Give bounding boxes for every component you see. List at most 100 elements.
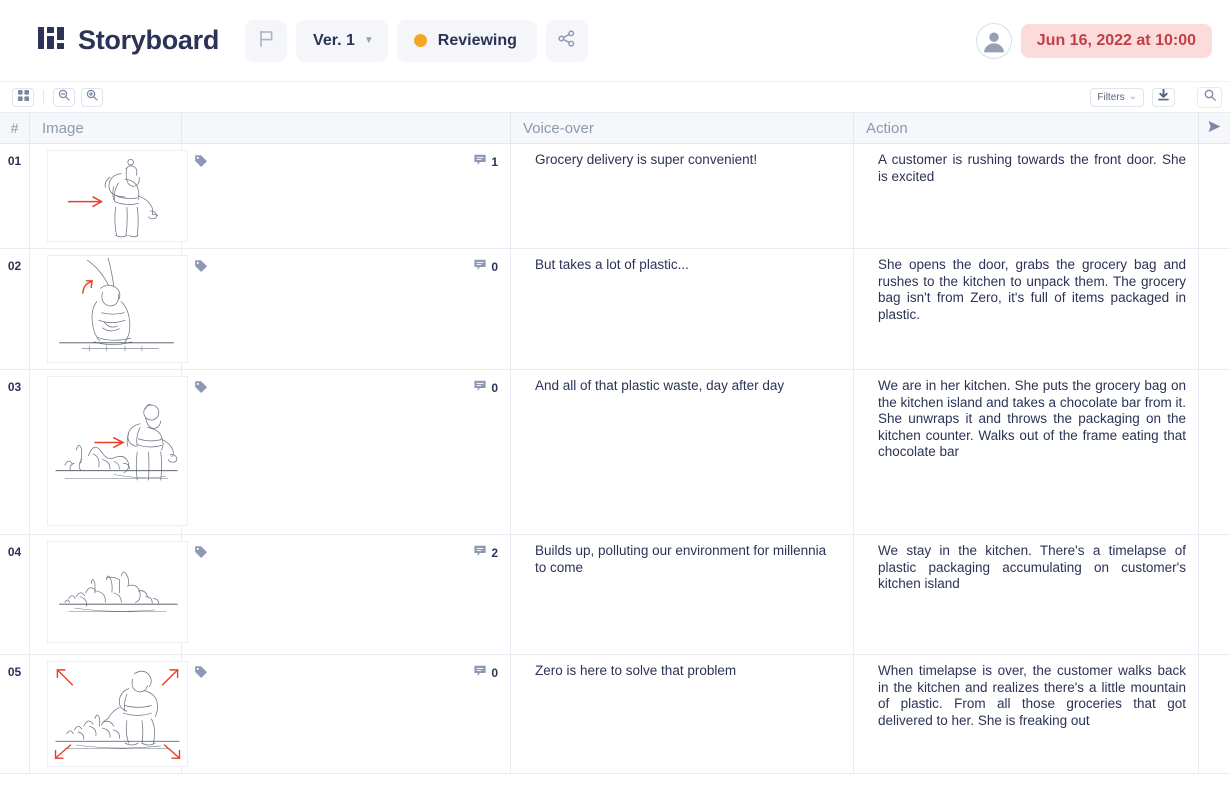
row-voice-over-cell[interactable]: And all of that plastic waste, day after… <box>511 370 854 534</box>
status-label: Reviewing <box>437 31 517 49</box>
column-header-notes[interactable] <box>182 112 511 144</box>
chevron-down-icon: ⌄ <box>1128 91 1137 102</box>
storyboard-sketch[interactable] <box>42 249 194 369</box>
comment-count-group[interactable]: 1 <box>474 154 498 169</box>
action-text: She opens the door, grabs the grocery ba… <box>878 257 1186 322</box>
row-number-cell: 02 <box>0 249 30 369</box>
share-button[interactable] <box>545 19 588 62</box>
tag-icon[interactable] <box>194 380 208 399</box>
table-row[interactable]: 04 2 Builds up, polluting our environmen… <box>0 535 1230 655</box>
page-title: Storyboard <box>78 25 220 55</box>
row-number: 04 <box>7 545 22 559</box>
search-icon <box>1204 88 1216 106</box>
user-avatar-icon <box>983 32 1004 52</box>
header-right: Jun 16, 2022 at 10:00 <box>975 22 1212 59</box>
column-header-send[interactable] <box>1199 113 1230 144</box>
status-badge[interactable]: Reviewing <box>396 19 537 62</box>
row-action-cell[interactable]: She opens the door, grabs the grocery ba… <box>854 249 1199 369</box>
row-notes-cell[interactable]: 2 <box>182 535 511 654</box>
comment-icon <box>474 545 486 560</box>
zoom-in-icon <box>86 88 98 106</box>
row-notes-cell[interactable]: 0 <box>182 249 511 369</box>
action-text: When timelapse is over, the customer wal… <box>878 663 1186 728</box>
row-number: 02 <box>7 259 22 273</box>
comment-icon <box>474 665 486 680</box>
row-action-cell[interactable]: A customer is rushing towards the front … <box>854 144 1199 248</box>
comment-count: 0 <box>491 259 498 274</box>
zoom-in-button[interactable] <box>81 87 103 107</box>
storyboard-sketch[interactable] <box>42 144 194 248</box>
table-row[interactable]: 05 0 Zero is here to solve that problem … <box>0 655 1230 774</box>
row-image-cell[interactable] <box>30 249 188 369</box>
column-header-image[interactable]: Image <box>30 112 182 144</box>
tag-icon[interactable] <box>194 665 208 684</box>
row-notes-cell[interactable]: 0 <box>182 370 511 534</box>
avatar[interactable] <box>975 22 1012 59</box>
action-text: A customer is rushing towards the front … <box>878 152 1186 184</box>
tag-icon[interactable] <box>194 154 208 173</box>
voice-over-text: But takes a lot of plastic... <box>535 257 689 272</box>
row-end-cell <box>1199 370 1230 534</box>
row-voice-over-cell[interactable]: Builds up, polluting our environment for… <box>511 535 854 654</box>
row-number-cell: 04 <box>0 535 30 654</box>
share-icon <box>558 29 575 52</box>
row-number-cell: 01 <box>0 144 30 248</box>
row-image-cell[interactable] <box>30 535 188 654</box>
row-action-cell[interactable]: We stay in the kitchen. There's a timela… <box>854 535 1199 654</box>
column-header-action[interactable]: Action <box>854 112 1199 144</box>
zoom-out-icon <box>58 88 70 106</box>
row-voice-over-cell[interactable]: But takes a lot of plastic... <box>511 249 854 369</box>
comment-count-group[interactable]: 2 <box>474 545 498 560</box>
storyboard-sketch[interactable] <box>42 535 194 649</box>
storyboard-sketch[interactable] <box>42 655 194 773</box>
storyboard-table: # Image Voice-over Action 01 1 Grocery d… <box>0 112 1230 774</box>
row-number: 05 <box>7 665 22 679</box>
voice-over-text: And all of that plastic waste, day after… <box>535 378 785 393</box>
brand: Storyboard <box>38 25 219 56</box>
row-action-cell[interactable]: We are in her kitchen. She puts the groc… <box>854 370 1199 534</box>
version-selector[interactable]: Ver. 1 ▼ <box>296 19 388 62</box>
status-dot-icon <box>413 34 427 47</box>
toolbar-divider <box>43 89 44 105</box>
search-button[interactable] <box>1197 86 1222 108</box>
comment-count: 0 <box>491 665 498 680</box>
table-row[interactable]: 03 0 And all of that plastic waste, day … <box>0 370 1230 535</box>
row-end-cell <box>1199 655 1230 773</box>
comment-count-group[interactable]: 0 <box>474 380 498 395</box>
row-image-cell[interactable] <box>30 655 188 773</box>
header-actions: Ver. 1 ▼ Reviewing <box>245 19 588 62</box>
comment-count-group[interactable]: 0 <box>474 665 498 680</box>
row-image-cell[interactable] <box>30 370 188 534</box>
voice-over-text: Zero is here to solve that problem <box>535 663 737 678</box>
row-action-cell[interactable]: When timelapse is over, the customer wal… <box>854 655 1199 773</box>
comment-count-group[interactable]: 0 <box>474 259 498 274</box>
storyboard-sketch[interactable] <box>42 370 194 532</box>
comment-icon <box>474 259 486 274</box>
row-voice-over-cell[interactable]: Grocery delivery is super convenient! <box>511 144 854 248</box>
comment-count: 1 <box>491 154 498 169</box>
action-text: We are in her kitchen. She puts the groc… <box>878 378 1186 459</box>
grid-view-button[interactable] <box>12 87 34 107</box>
row-end-cell <box>1199 144 1230 248</box>
row-notes-cell[interactable]: 1 <box>182 144 511 248</box>
row-voice-over-cell[interactable]: Zero is here to solve that problem <box>511 655 854 773</box>
grid-view-icon <box>17 88 29 106</box>
comment-count: 0 <box>491 380 498 395</box>
download-button[interactable] <box>1152 87 1175 107</box>
download-icon <box>1158 88 1169 106</box>
voice-over-text: Builds up, polluting our environment for… <box>535 543 827 575</box>
table-row[interactable]: 02 0 But takes a lot of plastic... She o… <box>0 249 1230 370</box>
zoom-out-button[interactable] <box>53 87 75 107</box>
flag-button[interactable] <box>245 19 288 62</box>
table-row[interactable]: 01 1 Grocery delivery is super convenien… <box>0 144 1230 249</box>
row-image-cell[interactable] <box>30 144 188 248</box>
row-notes-cell[interactable]: 0 <box>182 655 511 773</box>
filters-button[interactable]: Filters ⌄ <box>1090 87 1144 107</box>
flag-icon <box>259 30 274 52</box>
date-badge: Jun 16, 2022 at 10:00 <box>1020 23 1212 58</box>
column-header-number[interactable]: # <box>0 112 30 144</box>
tag-icon[interactable] <box>194 259 208 278</box>
tag-icon[interactable] <box>194 545 208 564</box>
row-number: 01 <box>7 154 22 168</box>
column-header-voice-over[interactable]: Voice-over <box>511 112 854 144</box>
